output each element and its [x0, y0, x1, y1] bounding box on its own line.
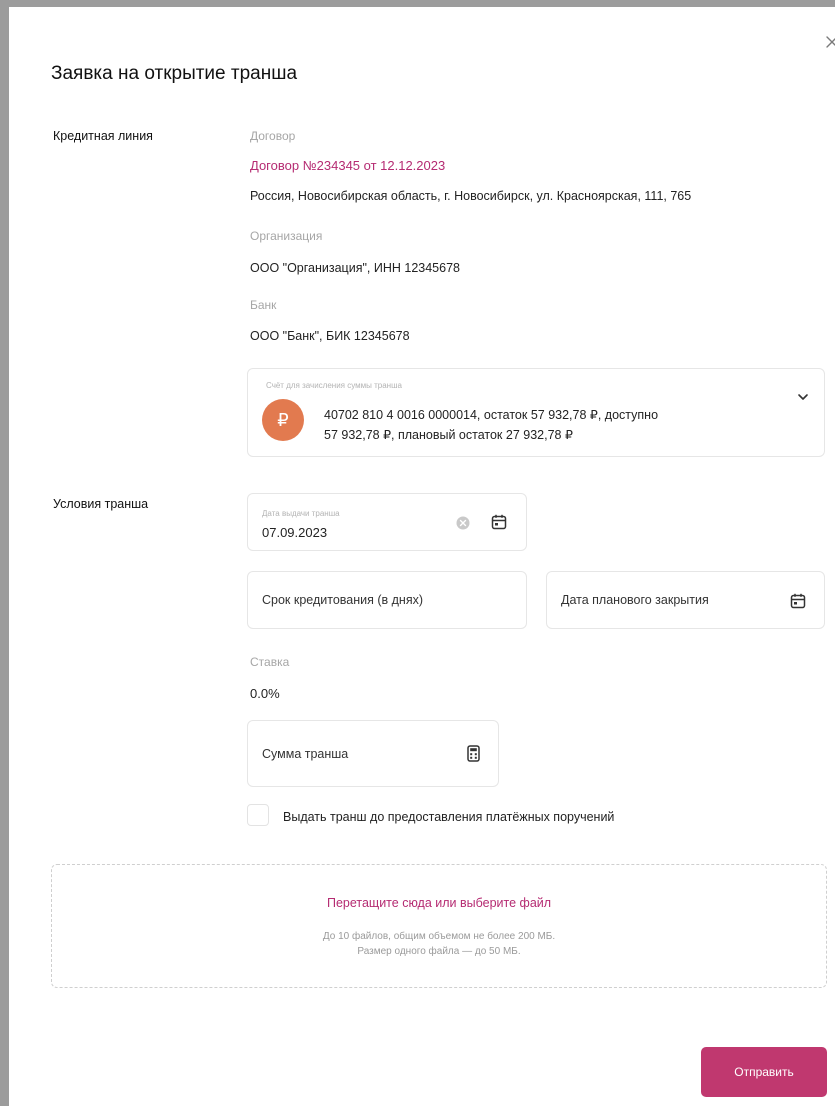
rate-label: Ставка — [250, 655, 290, 669]
file-dropzone[interactable]: Перетащите сюда или выберите файл До 10 … — [51, 864, 827, 988]
contract-link[interactable]: Договор №234345 от 12.12.2023 — [250, 158, 445, 173]
loan-term-placeholder: Срок кредитования (в днях) — [262, 593, 424, 607]
early-issue-checkbox-label[interactable]: Выдать транш до предоставления платёжных… — [283, 810, 614, 824]
organization-label: Организация — [250, 229, 323, 243]
planned-close-date-placeholder: Дата планового закрытия — [561, 593, 709, 607]
dropzone-title[interactable]: Перетащите сюда или выберите файл — [52, 896, 826, 910]
section-label-credit-line: Кредитная линия — [53, 129, 153, 143]
issue-date-value: 07.09.2023 — [262, 525, 328, 540]
early-issue-checkbox[interactable] — [247, 804, 269, 826]
chevron-down-icon[interactable] — [797, 393, 809, 401]
contract-address: Россия, Новосибирская область, г. Новоси… — [250, 189, 692, 203]
submit-button[interactable]: Отправить — [701, 1047, 827, 1097]
tranche-amount-placeholder: Сумма транша — [262, 746, 349, 761]
bank-value: ООО "Банк", БИК 12345678 — [250, 329, 410, 343]
calendar-icon[interactable] — [491, 514, 507, 530]
loan-term-field[interactable]: Срок кредитования (в днях) — [247, 571, 527, 629]
clear-icon[interactable] — [456, 516, 470, 530]
account-line-1: 40702 810 4 0016 0000014, остаток 57 932… — [324, 408, 659, 422]
calculator-icon[interactable] — [467, 745, 480, 762]
dialog: Заявка на открытие транша Кредитная лини… — [0, 0, 835, 1106]
ruble-avatar-icon: ₽ — [262, 399, 304, 441]
bank-label: Банк — [250, 298, 277, 312]
tranche-amount-field[interactable]: Сумма транша — [247, 720, 499, 787]
issue-date-field[interactable]: Дата выдачи транша 07.09.2023 — [247, 493, 527, 551]
account-select-value: 40702 810 4 0016 0000014, остаток 57 932… — [324, 405, 794, 445]
dialog-title: Заявка на открытие транша — [51, 63, 298, 84]
organization-value: ООО "Организация", ИНН 12345678 — [250, 261, 460, 275]
dropzone-note-file-size: Размер одного файла — до 50 МБ. — [357, 946, 521, 957]
account-select[interactable]: Счёт для зачисления суммы транша ₽ 40702… — [247, 368, 825, 457]
section-label-tranche-terms: Условия транша — [53, 497, 149, 511]
contract-label: Договор — [250, 129, 296, 143]
planned-close-date-field[interactable]: Дата планового закрытия — [546, 571, 825, 629]
account-line-2: 57 932,78 ₽, плановый остаток 27 932,78 … — [324, 428, 573, 442]
dropzone-note-limits: До 10 файлов, общим объемом не более 200… — [322, 931, 556, 942]
account-select-caption: Счёт для зачисления суммы транша — [266, 381, 402, 390]
close-icon[interactable] — [825, 35, 835, 49]
calendar-icon[interactable] — [790, 593, 806, 609]
issue-date-label: Дата выдачи транша — [262, 509, 340, 518]
rate-value: 0.0% — [250, 686, 280, 701]
